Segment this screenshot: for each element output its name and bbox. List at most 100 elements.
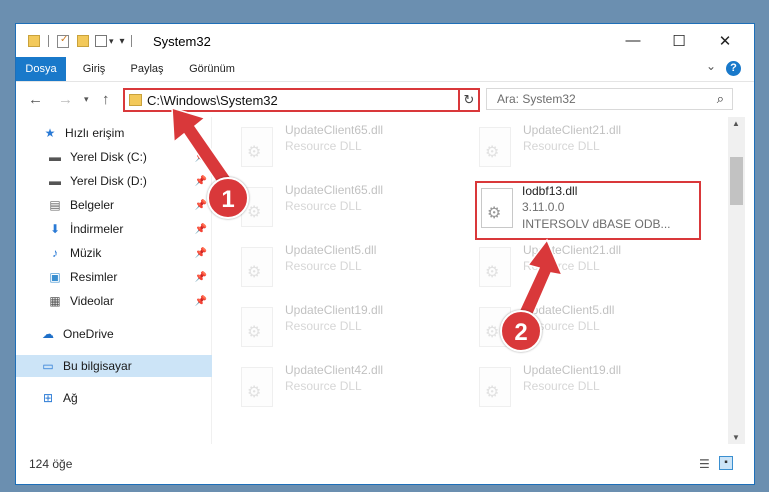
file-description: Resource DLL (523, 139, 600, 153)
pin-icon[interactable]: 📌 (195, 272, 207, 283)
minimize-button[interactable]: — (610, 24, 656, 57)
details-view-icon[interactable]: ☰ (699, 457, 710, 471)
highlighted-file-item[interactable]: Iodbf13.dll 3.11.0.0 INTERSOLV dBASE ODB… (475, 181, 701, 240)
sidebar-item-label: OneDrive (63, 327, 114, 341)
sidebar-item-local-disk-d[interactable]: ▬ Yerel Disk (D:) 📌 (16, 170, 212, 192)
search-input[interactable]: Ara: System32 ⌕ (486, 88, 733, 110)
view-icon[interactable] (95, 35, 107, 47)
list-item[interactable]: UpdateClient19.dll Resource DLL (213, 297, 443, 351)
list-item[interactable]: UpdateClient21.dll Resource DLL (451, 237, 681, 291)
file-name: UpdateClient19.dll (285, 303, 384, 317)
file-name: UpdateClient5.dll (285, 243, 377, 257)
step-2-badge: 2 (500, 310, 542, 352)
sidebar-item-label: Hızlı erişim (65, 126, 125, 140)
sidebar-item-network[interactable]: ⊞ Ağ (16, 387, 212, 409)
list-item[interactable]: UpdateClient21.dll Resource DLL (451, 117, 681, 171)
back-arrow-icon[interactable]: ← (28, 91, 43, 108)
sidebar-item-this-pc[interactable]: ▭ Bu bilgisayar (16, 355, 212, 377)
close-button[interactable]: ✕ (702, 24, 748, 57)
dll-file-icon (481, 188, 513, 228)
file-name: UpdateClient65.dll (285, 123, 384, 137)
status-bar: 124 öğe ☰ ▪ (16, 454, 754, 476)
help-icon[interactable]: ? (726, 61, 741, 76)
sidebar-item-documents[interactable]: ▤ Belgeler 📌 (16, 194, 212, 216)
file-description: INTERSOLV dBASE ODB... (522, 217, 671, 231)
pin-icon[interactable]: 📌 (195, 200, 207, 211)
separator (130, 35, 132, 47)
new-folder-icon[interactable] (77, 35, 89, 47)
scroll-up-icon[interactable]: ▲ (732, 119, 740, 128)
tab-file[interactable]: Dosya (16, 57, 66, 81)
sidebar-item-videos[interactable]: ▦ Videolar 📌 (16, 290, 212, 312)
forward-arrow-icon[interactable]: → (58, 91, 73, 108)
file-description: Resource DLL (285, 259, 362, 273)
file-version: 3.11.0.0 (522, 200, 565, 214)
list-item[interactable]: UpdateClient5.dll Resource DLL (451, 297, 681, 351)
scroll-down-icon[interactable]: ▼ (732, 433, 740, 442)
network-icon: ⊞ (42, 391, 54, 405)
dll-file-icon (479, 127, 511, 167)
file-name: UpdateClient21.dll (523, 123, 622, 137)
window-title: System32 (153, 34, 211, 49)
search-icon: ⌕ (716, 91, 724, 106)
scrollbar-thumb[interactable] (730, 157, 743, 205)
file-name: Iodbf13.dll (522, 184, 578, 198)
dll-file-icon (241, 367, 273, 407)
pin-icon[interactable]: 📌 (195, 248, 207, 259)
list-item[interactable]: UpdateClient42.dll Resource DLL (213, 357, 443, 411)
sidebar-item-onedrive[interactable]: ☁ OneDrive (16, 323, 212, 345)
sidebar-item-local-disk-c[interactable]: ▬ Yerel Disk (C:) 📌 (16, 146, 212, 168)
pin-icon[interactable]: 📌 (195, 296, 207, 307)
file-description: Resource DLL (523, 379, 600, 393)
list-item[interactable]: UpdateClient5.dll Resource DLL (213, 237, 443, 291)
dll-file-icon (241, 307, 273, 347)
recent-locations-icon[interactable]: ▾ (84, 94, 89, 105)
file-explorer-window: ✓ ▾ ▾ System32 — ☐ ✕ Dosya Giriş Paylaş … (15, 23, 755, 485)
sidebar-item-label: Müzik (70, 246, 102, 260)
refresh-button[interactable]: ↻ (458, 88, 480, 112)
computer-icon: ▭ (42, 359, 54, 373)
ribbon-tabs: Dosya Giriş Paylaş Görünüm ⌄ ? (16, 57, 754, 82)
sidebar-item-label: Resimler (70, 270, 118, 284)
ribbon-expand-icon[interactable]: ⌄ (706, 59, 716, 73)
dropdown-icon[interactable]: ▾ (109, 36, 114, 47)
maximize-button[interactable]: ☐ (656, 24, 702, 57)
tab-view[interactable]: Görünüm (184, 57, 240, 81)
pin-icon[interactable]: 📌 (195, 152, 207, 163)
tab-share[interactable]: Paylaş (126, 57, 168, 81)
title-bar: ✓ ▾ ▾ System32 — ☐ ✕ (16, 24, 754, 57)
up-arrow-icon[interactable]: ↑ (102, 91, 110, 108)
dll-file-icon (241, 247, 273, 287)
vertical-scrollbar[interactable]: ▲ ▼ (728, 117, 745, 444)
pin-icon[interactable]: 📌 (195, 176, 207, 187)
address-field[interactable]: C:\Windows\System32 ⌄ (123, 88, 476, 112)
list-item[interactable]: UpdateClient19.dll Resource DLL (451, 357, 681, 411)
properties-icon[interactable]: ✓ (57, 34, 69, 48)
quick-access-toolbar: ✓ ▾ ▾ (28, 33, 132, 49)
sidebar-item-downloads[interactable]: ⬇ İndirmeler 📌 (16, 218, 212, 240)
sidebar-item-music[interactable]: ♪ Müzik 📌 (16, 242, 212, 264)
item-count: 124 öğe (29, 457, 73, 471)
list-item[interactable]: UpdateClient65.dll Resource DLL (213, 117, 443, 171)
sidebar-item-label: İndirmeler (70, 222, 124, 236)
address-path: C:\Windows\System32 (147, 93, 278, 108)
file-name: UpdateClient5.dll (523, 303, 615, 317)
sidebar-item-quick-access[interactable]: ★ Hızlı erişim (16, 122, 212, 144)
sidebar-item-label: Videolar (70, 294, 114, 308)
music-icon: ♪ (52, 246, 58, 260)
download-icon: ⬇ (49, 222, 61, 236)
sidebar-item-pictures[interactable]: ▣ Resimler 📌 (16, 266, 212, 288)
folder-icon (129, 94, 142, 106)
tab-home[interactable]: Giriş (76, 57, 112, 81)
address-bar-row: ← → ▾ ↑ C:\Windows\System32 ⌄ ↻ Ara: Sys… (16, 83, 754, 117)
large-icons-view-icon[interactable]: ▪ (719, 456, 733, 470)
file-name: UpdateClient19.dll (523, 363, 622, 377)
folder-icon[interactable] (28, 35, 40, 47)
pin-icon[interactable]: 📌 (195, 224, 207, 235)
file-name: UpdateClient42.dll (285, 363, 384, 377)
customize-toolbar-icon[interactable]: ▾ (120, 36, 125, 47)
navigation-pane: ★ Hızlı erişim ▬ Yerel Disk (C:) 📌 ▬ Yer… (16, 117, 212, 444)
drive-icon: ▬ (49, 174, 61, 188)
sidebar-item-label: Yerel Disk (D:) (70, 174, 147, 188)
file-name: UpdateClient65.dll (285, 183, 384, 197)
